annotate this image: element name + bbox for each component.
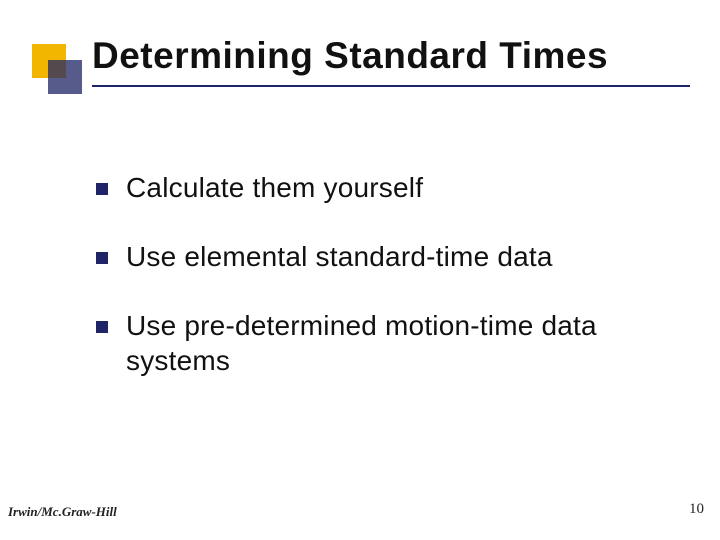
bullet-text: Use pre-determined motion-time data syst…	[126, 308, 660, 378]
title-area: Determining Standard Times	[92, 35, 690, 87]
square-bullet-icon	[96, 252, 108, 264]
footer-publisher: Irwin/Mc.Graw-Hill	[8, 504, 117, 520]
square-bullet-icon	[96, 321, 108, 333]
list-item: Use elemental standard-time data	[96, 239, 660, 274]
body-area: Calculate them yourself Use elemental st…	[96, 170, 660, 412]
title-underline	[92, 85, 690, 87]
slide: Determining Standard Times Calculate the…	[0, 0, 720, 540]
list-item: Calculate them yourself	[96, 170, 660, 205]
page-number: 10	[689, 501, 704, 518]
bullet-text: Use elemental standard-time data	[126, 239, 553, 274]
square-bullet-icon	[96, 183, 108, 195]
slide-title: Determining Standard Times	[92, 35, 690, 77]
list-item: Use pre-determined motion-time data syst…	[96, 308, 660, 378]
accent-square-navy	[48, 60, 82, 94]
bullet-text: Calculate them yourself	[126, 170, 423, 205]
